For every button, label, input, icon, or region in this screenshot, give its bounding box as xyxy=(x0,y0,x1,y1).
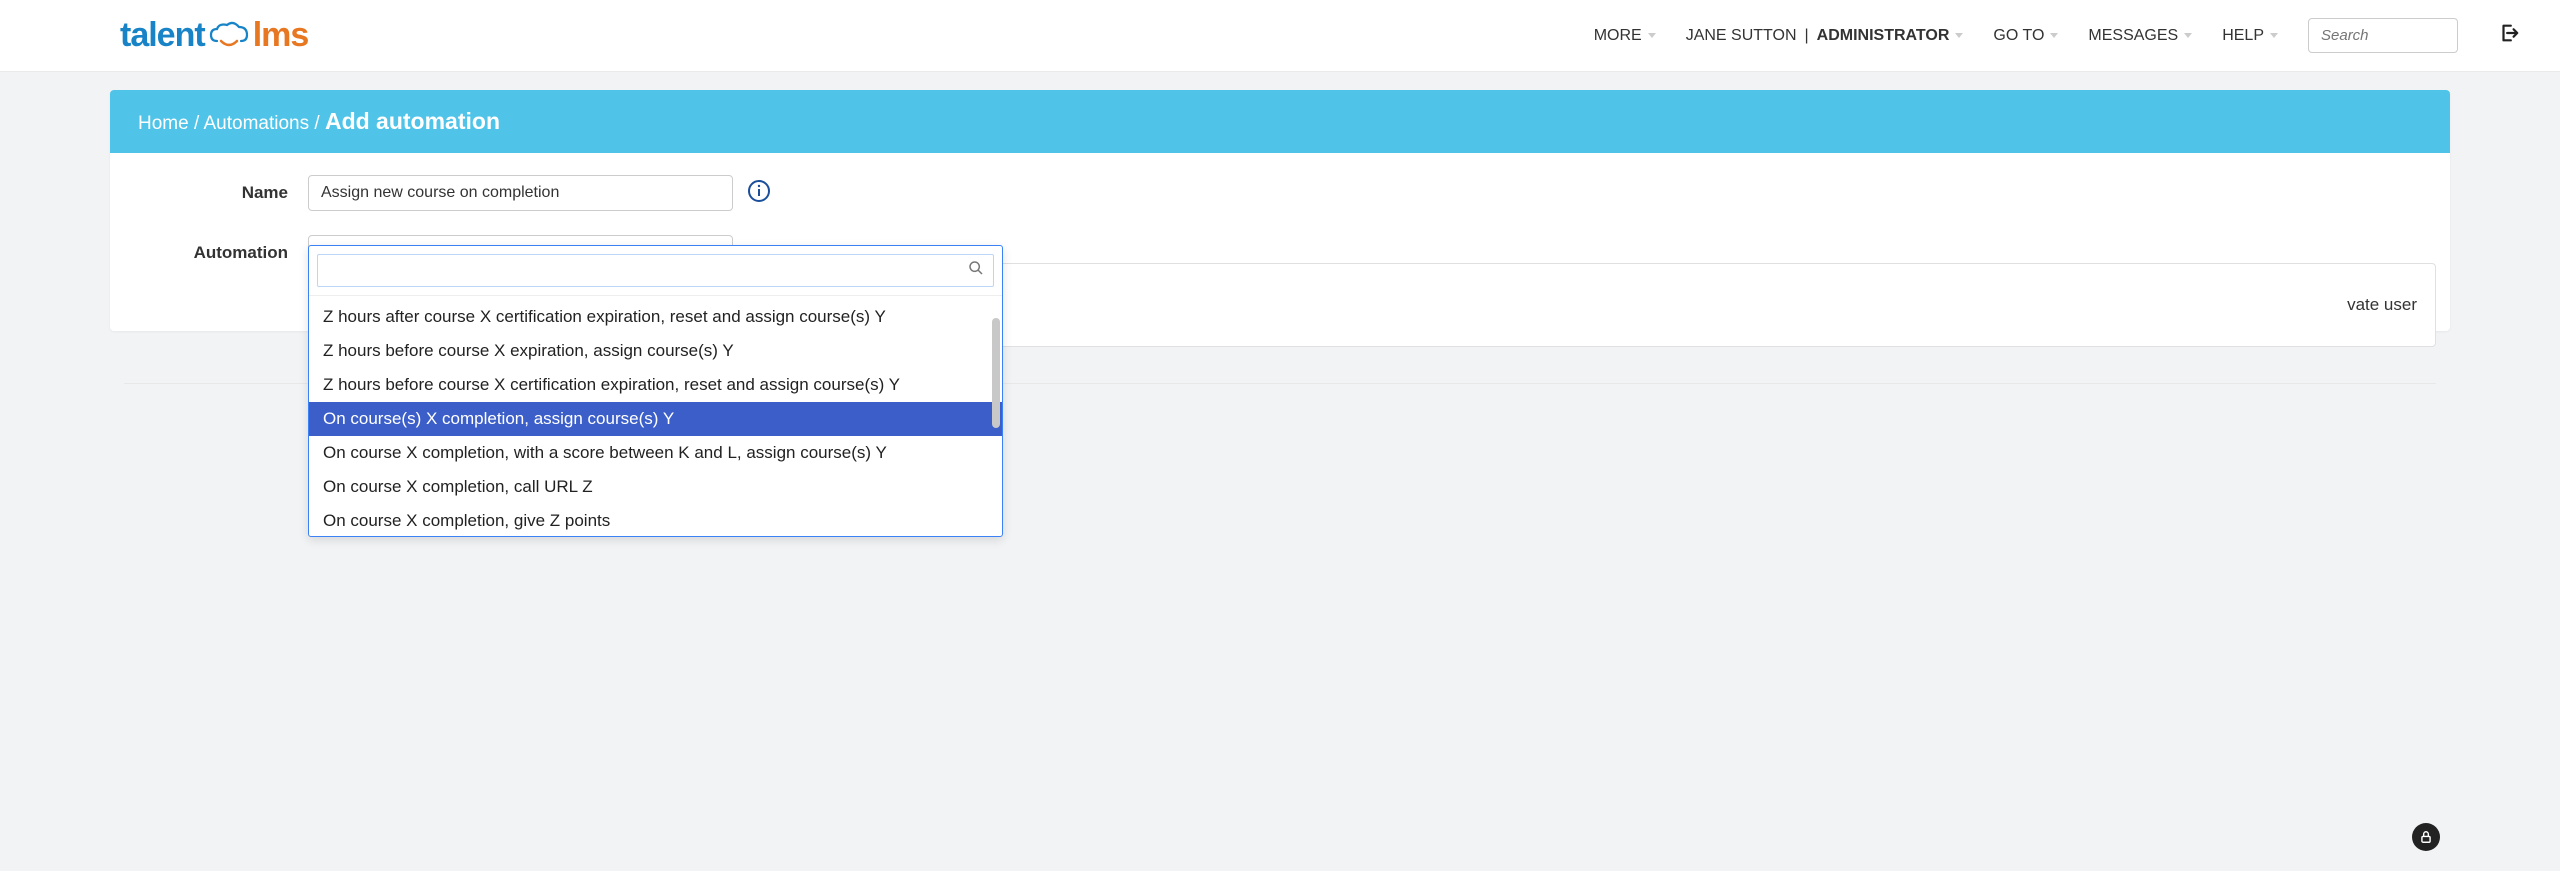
logo-text-lms: lms xyxy=(253,16,309,55)
name-label: Name xyxy=(138,183,308,203)
main-card: Home / Automations / Add automation Name xyxy=(110,90,2450,331)
breadcrumb-home[interactable]: Home xyxy=(138,113,189,134)
info-icon[interactable] xyxy=(747,179,771,208)
cloud-smile-icon xyxy=(207,21,251,51)
dropdown-item[interactable]: On course X completion, call URL Z xyxy=(309,470,1002,504)
scrollbar-thumb[interactable] xyxy=(992,318,1000,428)
name-input[interactable] xyxy=(308,175,733,211)
dropdown-item[interactable]: Z hours before course X expiration, assi… xyxy=(309,334,1002,368)
nav-messages[interactable]: MESSAGES xyxy=(2088,27,2192,45)
nav-more[interactable]: MORE xyxy=(1594,27,1656,45)
nav-user-role: ADMINISTRATOR xyxy=(1817,27,1950,45)
nav-goto[interactable]: GO TO xyxy=(1993,27,2058,45)
breadcrumb-automations[interactable]: Automations xyxy=(203,113,309,134)
chevron-down-icon xyxy=(1648,33,1656,38)
dropdown-list: Z hours after course X certification exp… xyxy=(309,296,1002,536)
dropdown-item[interactable]: Z hours after course X certification exp… xyxy=(309,300,1002,334)
chevron-down-icon xyxy=(2184,33,2192,38)
chevron-down-icon xyxy=(1955,33,1963,38)
partial-text: vate user xyxy=(2347,295,2417,315)
nav-goto-label: GO TO xyxy=(1993,27,2044,45)
lock-icon[interactable] xyxy=(2412,823,2440,851)
logout-icon[interactable] xyxy=(2498,22,2520,49)
dropdown-search-input[interactable] xyxy=(317,254,994,287)
dropdown-item[interactable]: On course X completion, with a score bet… xyxy=(309,436,1002,470)
nav-messages-label: MESSAGES xyxy=(2088,27,2178,45)
dropdown-item[interactable]: Z hours before course X certification ex… xyxy=(309,368,1002,402)
search-icon xyxy=(968,260,984,281)
nav-more-label: MORE xyxy=(1594,27,1642,45)
dropdown-item[interactable]: On course X completion, give Z points xyxy=(309,504,1002,536)
nav-help[interactable]: HELP xyxy=(2222,27,2278,45)
breadcrumb-current: Add automation xyxy=(325,108,500,134)
logo-text-talent: talent xyxy=(120,16,205,55)
top-nav-bar: talent lms MORE JANE SUTTON | ADMINISTRA… xyxy=(0,0,2560,72)
chevron-down-icon xyxy=(2050,33,2058,38)
breadcrumb: Home / Automations / Add automation xyxy=(110,90,2450,153)
search-input[interactable] xyxy=(2308,18,2458,53)
automation-label: Automation xyxy=(138,243,308,263)
nav-user-name: JANE SUTTON xyxy=(1686,27,1797,45)
nav-user-menu[interactable]: JANE SUTTON | ADMINISTRATOR xyxy=(1686,27,1964,45)
nav-help-label: HELP xyxy=(2222,27,2264,45)
chevron-down-icon xyxy=(2270,33,2278,38)
logo[interactable]: talent lms xyxy=(120,16,308,55)
automation-dropdown: Z hours after course X certification exp… xyxy=(308,245,1003,537)
dropdown-item[interactable]: On course(s) X completion, assign course… xyxy=(309,402,1002,436)
